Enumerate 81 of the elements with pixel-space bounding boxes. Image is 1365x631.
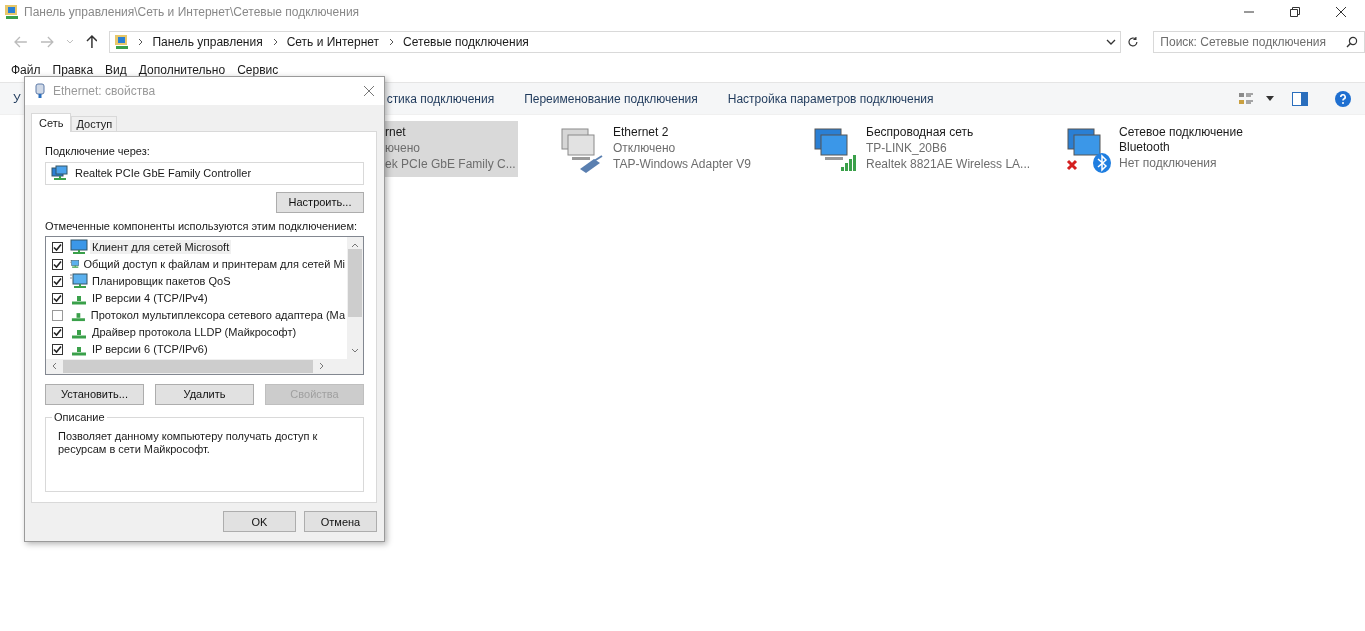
menu-item[interactable]: Дополнительно	[138, 63, 226, 77]
checkbox[interactable]	[52, 258, 63, 270]
menu-item[interactable]: Правка	[52, 63, 94, 77]
tab[interactable]: Сеть	[31, 113, 72, 132]
chevron-icon	[272, 38, 279, 46]
menu-item[interactable]: Вид	[105, 63, 127, 77]
menu-item[interactable]: Сервис	[237, 63, 279, 77]
adapter-name: TAP-Windows Adapter V9	[613, 156, 751, 172]
checkbox[interactable]	[52, 326, 63, 338]
search-icon	[1346, 36, 1358, 48]
scroll-right-icon[interactable]	[319, 362, 325, 371]
adapter-name: Realtek 8821AE Wireless LA...	[866, 156, 1031, 172]
component-item[interactable]: IP версии 6 (TCP/IPv6)	[90, 342, 210, 357]
checkbox[interactable]	[52, 241, 63, 253]
description-text: Позволяет данному компьютеру получать доступ к ресурсам в сети Майкрософт.	[58, 429, 319, 456]
address-bar[interactable]: Панель управления Сеть и Интернет Сетевые подключения	[109, 31, 1122, 53]
network-adapter-icon	[51, 165, 69, 182]
component-item[interactable]: Общий доступ к файлам и принтерам для сетей Mi	[81, 257, 347, 272]
caret-icon[interactable]	[1266, 96, 1274, 101]
checkbox[interactable]	[52, 343, 63, 355]
checkbox[interactable]	[52, 309, 63, 321]
connection-name: rnet	[385, 125, 407, 140]
connection-name: Сетевое подключение Bluetooth	[1119, 125, 1244, 155]
toolbar-button[interactable]: У	[13, 91, 21, 106]
breadcrumb[interactable]: Сетевые подключения	[403, 35, 529, 49]
connection-item[interactable]: rnet ючено ek PCIe GbE Family C...	[385, 121, 518, 177]
restore-icon[interactable]	[1289, 6, 1301, 18]
breadcrumb[interactable]: Панель управления	[152, 35, 263, 49]
adapter-name: Realtek PCIe GbE Family Controller	[75, 167, 252, 180]
connection-item[interactable]: Сетевое подключение Bluetooth Нет подключения	[1066, 121, 1319, 177]
computer-bluetooth-icon	[1066, 125, 1114, 173]
group-label: Описание	[52, 410, 107, 423]
scroll-up-icon[interactable]	[351, 241, 359, 248]
connection-status: TP-LINK_20B6	[866, 140, 948, 156]
components-label: Отмеченные компоненты используются этим подключением:	[45, 218, 359, 233]
toolbar-button[interactable]: Настройка параметров подключения	[727, 91, 934, 106]
scroll-left-icon[interactable]	[51, 362, 57, 371]
menu-item[interactable]: Файл	[11, 63, 41, 77]
vertical-scrollbar[interactable]	[347, 236, 363, 359]
toolbar-button[interactable]: стика подключения	[386, 91, 495, 106]
action-button[interactable]: Установить...	[45, 383, 144, 405]
breadcrumb[interactable]: Сеть и Интернет	[286, 35, 380, 49]
configure-button[interactable]: Настроить...	[276, 191, 364, 213]
help-icon[interactable]	[1335, 90, 1351, 107]
connection-status: ючено	[385, 140, 421, 156]
chevron-icon	[138, 38, 145, 46]
component-item[interactable]: Драйвер протокола LLDP (Майкрософт)	[90, 325, 299, 340]
scroll-down-icon[interactable]	[351, 347, 359, 354]
connection-status: Нет подключения	[1119, 155, 1218, 171]
network-folder-icon	[4, 4, 20, 20]
connect-via-label: Подключение через:	[45, 144, 151, 158]
connection-name: Беспроводная сеть	[866, 125, 975, 140]
connection-item[interactable]: Ethernet 2 Отключено TAP-Windows Adapter V9	[560, 121, 813, 177]
dialog-button[interactable]: Отмена	[304, 511, 377, 532]
network-folder-icon	[114, 34, 131, 50]
search-field[interactable]: Поиск: Сетевые подключения	[1153, 31, 1365, 53]
toolbar-button[interactable]: Переименование подключения	[524, 91, 698, 106]
horizontal-scrollbar[interactable]	[46, 358, 363, 374]
refresh-icon[interactable]	[1127, 36, 1140, 48]
connection-status: Отключено	[613, 140, 677, 156]
close-icon[interactable]	[1335, 6, 1347, 18]
dropdown-caret-icon[interactable]	[1106, 39, 1117, 45]
tab[interactable]: Доступ	[71, 116, 118, 131]
up-arrow-icon[interactable]	[85, 35, 98, 49]
checkbox[interactable]	[52, 275, 63, 287]
window-title: Панель управления\Сеть и Интернет\Сетевые подключения	[24, 5, 360, 19]
chevron-icon	[389, 38, 396, 46]
component-item[interactable]: IP версии 4 (TCP/IPv4)	[90, 291, 210, 306]
preview-pane-icon[interactable]	[1292, 91, 1308, 106]
dialog-title: Ethernet: свойства	[53, 84, 156, 98]
network-adapter-icon	[35, 83, 45, 99]
component-item[interactable]: Протокол мультиплексора сетевого адаптера (Ма	[88, 308, 347, 323]
checkbox[interactable]	[52, 292, 63, 304]
action-button[interactable]: Удалить	[155, 383, 254, 405]
connection-item[interactable]: Беспроводная сеть TP-LINK_20B6 Realtek 8821AE Wireless LA...	[813, 121, 1066, 177]
component-item[interactable]: Клиент для сетей Microsoft	[90, 240, 232, 255]
connection-name: Ethernet 2	[613, 125, 670, 140]
view-options-icon[interactable]	[1238, 90, 1254, 107]
adapter-name: ek PCIe GbE Family C...	[385, 156, 516, 172]
dialog-button[interactable]: OK	[223, 511, 296, 532]
component-item[interactable]: Планировщик пакетов QoS	[90, 274, 233, 289]
